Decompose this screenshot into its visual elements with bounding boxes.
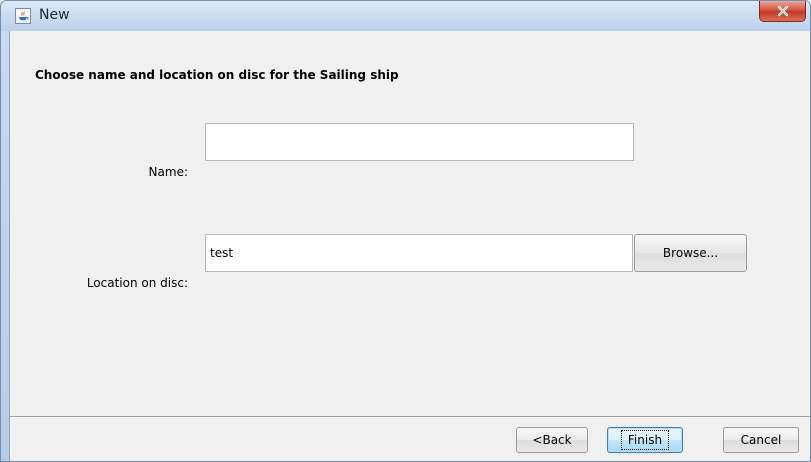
java-icon (15, 8, 31, 24)
window-frame-left (1, 31, 9, 461)
dialog-heading: Choose name and location on disc for the… (35, 68, 399, 82)
cancel-button[interactable]: Cancel (723, 427, 799, 453)
close-button[interactable] (759, 1, 806, 22)
name-label: Name: (148, 165, 188, 179)
finish-label: Finish (620, 430, 670, 450)
name-input[interactable] (205, 123, 634, 161)
finish-button[interactable]: Finish (607, 427, 683, 453)
window-title: New (39, 7, 70, 23)
dialog-window: New Choose name and location on disc for… (0, 0, 811, 462)
back-button[interactable]: <Back (516, 427, 588, 453)
close-icon (776, 2, 790, 21)
footer-separator (10, 416, 810, 418)
title-bar[interactable]: New (1, 1, 810, 31)
browse-button[interactable]: Browse... (634, 234, 747, 272)
location-label: Location on disc: (86, 276, 188, 290)
location-input[interactable] (205, 234, 633, 272)
dialog-content: Choose name and location on disc for the… (9, 31, 810, 461)
